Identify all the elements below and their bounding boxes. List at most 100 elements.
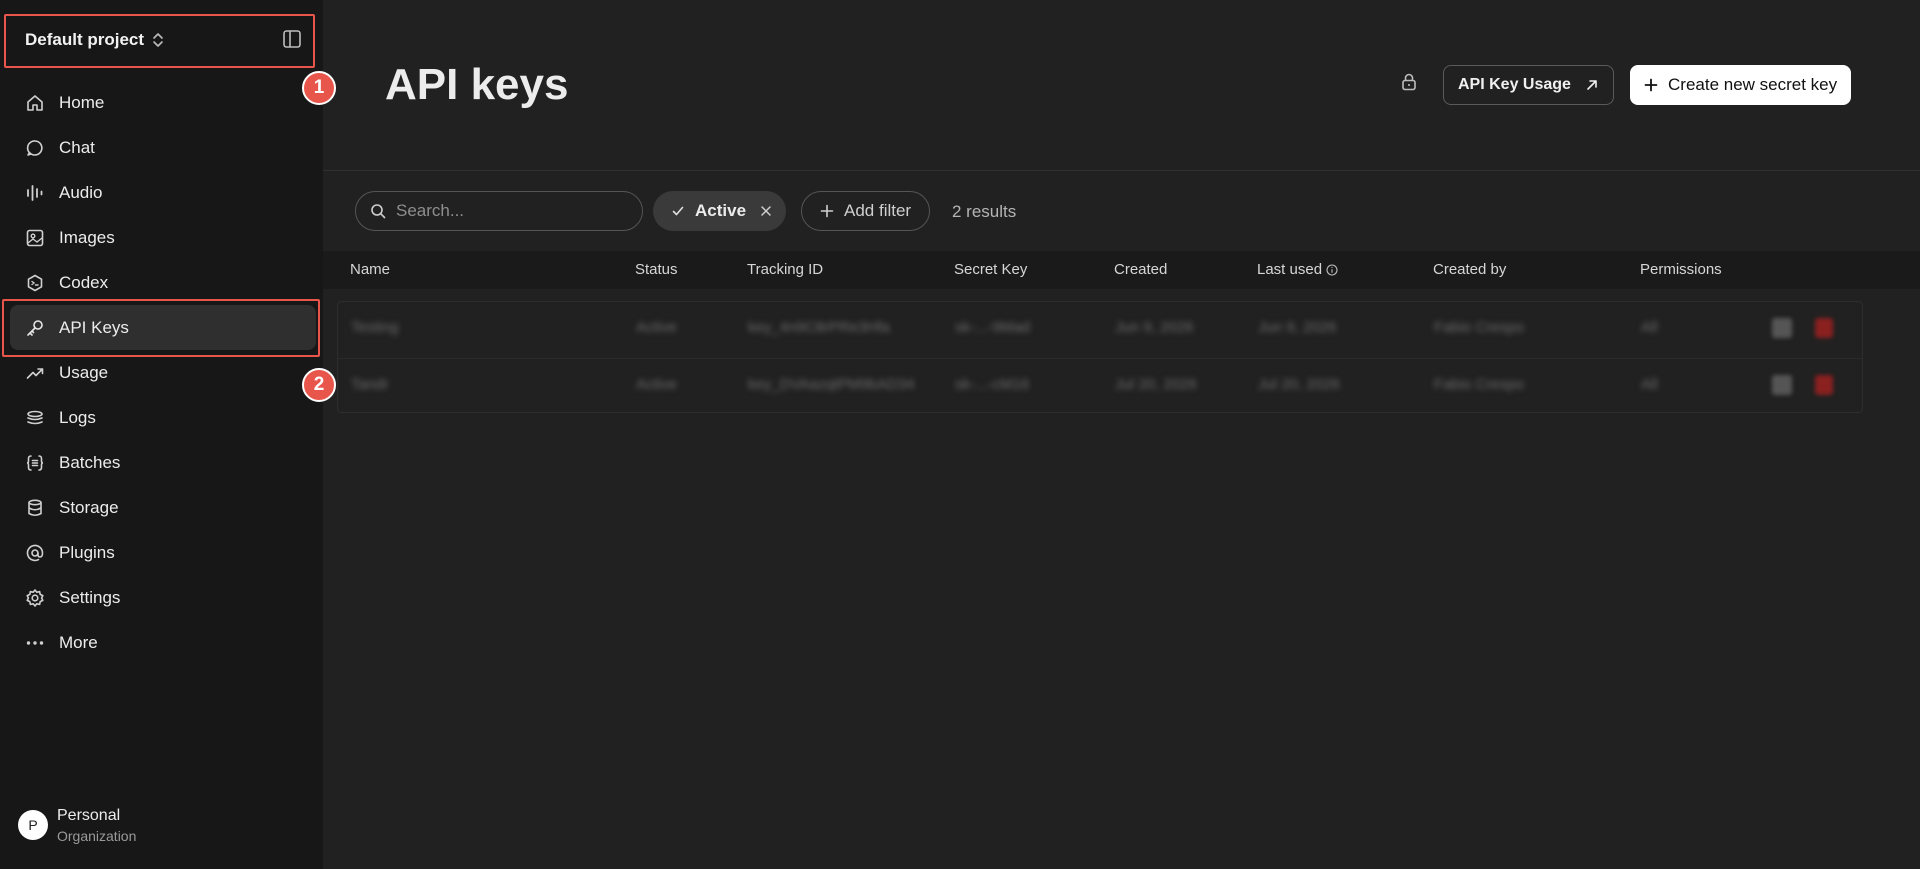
table-row[interactable]: Tandr Active key_DVAazqtPM9bAD34 sk-...-… <box>338 358 1862 414</box>
sidebar-item-more[interactable]: More <box>10 620 316 665</box>
delete-icon[interactable] <box>1815 318 1833 338</box>
column-header-tracking-id: Tracking ID <box>747 261 824 278</box>
chat-bubble-icon <box>24 137 46 159</box>
sidebar-item-label: Usage <box>59 362 109 382</box>
codex-icon <box>24 272 46 294</box>
sidebar-item-label: Storage <box>59 497 119 517</box>
org-type: Organization <box>57 827 137 844</box>
sidebar-item-label: Batches <box>59 452 121 472</box>
sidebar-item-logs[interactable]: Logs <box>10 395 316 440</box>
chevron-up-down-icon <box>152 32 164 48</box>
search-icon <box>370 203 386 219</box>
add-filter-button[interactable]: Add filter <box>801 191 931 231</box>
plus-icon <box>820 204 834 218</box>
cell-secret-key: sk-...-cM16 <box>955 376 1030 393</box>
table-row[interactable]: Testing Active key_4n9C8rPRe3Hfa sk-...-… <box>338 302 1862 358</box>
close-icon[interactable] <box>760 205 772 217</box>
page-title: API keys <box>385 60 569 109</box>
cell-tracking-id: key_4n9C8rPRe3Hfa <box>748 319 890 336</box>
column-header-secret-key: Secret Key <box>954 261 1028 278</box>
create-secret-key-button[interactable]: Create new secret key <box>1630 65 1852 105</box>
sidebar-item-label: Audio <box>59 182 103 202</box>
sidebar-item-label: Codex <box>59 272 109 292</box>
sidebar-toggle-icon[interactable] <box>282 29 302 49</box>
cell-tracking-id: key_DVAazqtPM9bAD34 <box>748 376 915 393</box>
cell-created-by: Fabio Crespo <box>1434 376 1525 393</box>
sidebar-item-chat[interactable]: Chat <box>10 125 316 170</box>
avatar: P <box>18 810 48 841</box>
project-name: Default project <box>25 30 145 49</box>
edit-icon[interactable] <box>1772 375 1792 395</box>
sidebar-item-audio[interactable]: Audio <box>10 170 316 215</box>
trend-up-icon <box>24 362 46 384</box>
filter-chip-label: Active <box>695 201 747 220</box>
sidebar-item-label: API Keys <box>59 317 129 337</box>
image-icon <box>24 227 46 249</box>
sidebar-item-label: Plugins <box>59 542 115 562</box>
project-selector[interactable]: Default project <box>14 26 306 54</box>
cell-permissions: All <box>1641 319 1658 336</box>
home-icon <box>24 92 46 114</box>
column-header-permissions: Permissions <box>1640 261 1722 278</box>
cell-last-used: Jul 20, 2026 <box>1258 376 1340 393</box>
api-key-usage-button[interactable]: API Key Usage <box>1443 65 1614 105</box>
organization-switcher[interactable]: P Personal Organization <box>18 806 136 845</box>
cell-name: Tandr <box>351 376 389 393</box>
checkmark-icon <box>671 204 685 218</box>
sidebar-item-plugins[interactable]: Plugins <box>10 530 316 575</box>
audio-wave-icon <box>24 182 46 204</box>
sidebar-item-label: Chat <box>59 137 95 157</box>
table-header: Name Status Tracking ID Secret Key Creat… <box>323 251 1920 289</box>
api-key-usage-label: API Key Usage <box>1458 76 1571 93</box>
search-input[interactable] <box>396 201 616 221</box>
arrow-up-right-icon <box>1585 78 1599 92</box>
filter-chip-active[interactable]: Active <box>653 191 787 231</box>
sidebar-item-usage[interactable]: Usage <box>10 350 316 395</box>
sidebar-item-label: Logs <box>59 407 96 427</box>
add-filter-label: Add filter <box>844 201 912 220</box>
sidebar-item-batches[interactable]: Batches <box>10 440 316 485</box>
sidebar: Default project Home Chat Audio Images C… <box>0 0 323 869</box>
sidebar-item-codex[interactable]: Codex <box>10 260 316 305</box>
cell-last-used: Jun 9, 2026 <box>1258 319 1337 336</box>
database-icon <box>24 497 46 519</box>
column-header-name: Name <box>350 261 391 278</box>
plus-icon <box>1644 78 1658 92</box>
column-header-status: Status <box>635 261 678 278</box>
table-body: Testing Active key_4n9C8rPRe3Hfa sk-...-… <box>337 301 1863 413</box>
search-box[interactable] <box>355 191 643 231</box>
sidebar-item-storage[interactable]: Storage <box>10 485 316 530</box>
cell-secret-key: sk-...-9Mad <box>955 319 1031 336</box>
column-header-last-used: Last used <box>1257 261 1338 278</box>
cell-permissions: All <box>1641 376 1658 393</box>
more-dots-icon <box>24 632 46 654</box>
cell-name: Testing <box>351 319 399 336</box>
results-count: 2 results <box>952 202 1017 221</box>
delete-icon[interactable] <box>1815 375 1833 395</box>
lock-icon[interactable] <box>1399 72 1419 92</box>
info-icon[interactable] <box>1326 263 1338 276</box>
cell-status: Active <box>636 319 677 336</box>
sidebar-item-label: More <box>59 632 98 652</box>
gear-icon <box>24 587 46 609</box>
cell-created: Jun 9, 2026 <box>1115 319 1194 336</box>
sidebar-item-label: Images <box>59 227 115 247</box>
cell-created-by: Fabio Crespo <box>1434 319 1525 336</box>
sidebar-item-settings[interactable]: Settings <box>10 575 316 620</box>
main-content: API keys API Key Usage Create new secret… <box>323 0 1920 869</box>
cell-created: Jul 20, 2026 <box>1115 376 1197 393</box>
sidebar-item-images[interactable]: Images <box>10 215 316 260</box>
sidebar-item-label: Home <box>59 92 105 112</box>
edit-icon[interactable] <box>1772 318 1792 338</box>
at-sign-icon <box>24 542 46 564</box>
create-secret-key-label: Create new secret key <box>1668 75 1838 94</box>
sidebar-item-home[interactable]: Home <box>10 80 316 125</box>
braces-icon <box>24 452 46 474</box>
column-header-created: Created <box>1114 261 1168 278</box>
sidebar-item-api-keys[interactable]: API Keys <box>10 305 316 350</box>
key-icon <box>24 317 46 339</box>
column-header-created-by: Created by <box>1433 261 1507 278</box>
sidebar-item-label: Settings <box>59 587 121 607</box>
sidebar-nav: Home Chat Audio Images Codex API Keys Us… <box>10 80 316 665</box>
cell-status: Active <box>636 376 677 393</box>
